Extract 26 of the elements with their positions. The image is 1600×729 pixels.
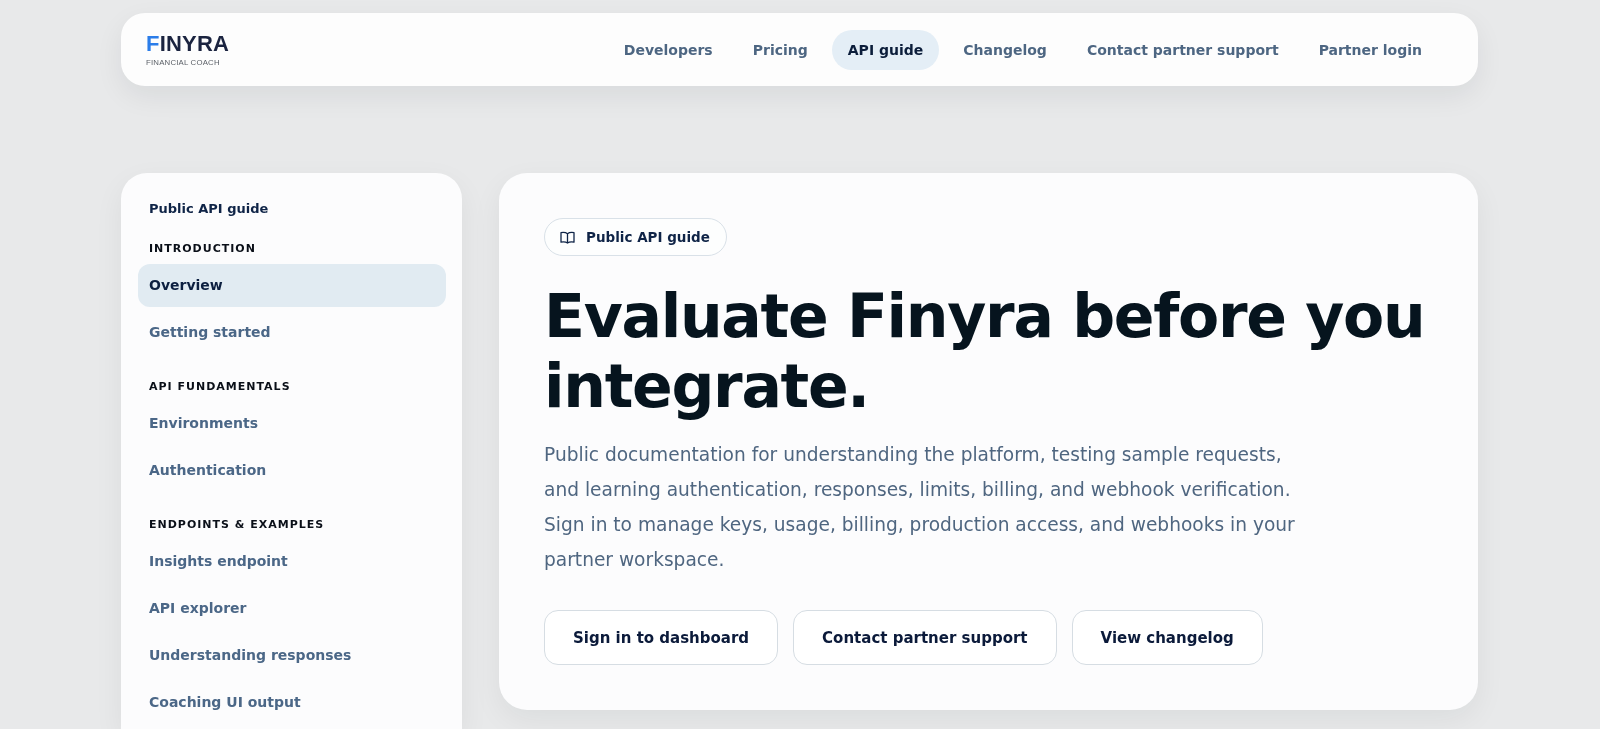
hero-heading: Evaluate Finyra before you integrate. xyxy=(544,281,1426,421)
nav-link[interactable]: Changelog xyxy=(947,29,1063,70)
action-button[interactable]: Sign in to dashboard xyxy=(544,610,779,665)
book-icon xyxy=(560,230,575,244)
action-button[interactable]: View changelog xyxy=(1071,610,1263,665)
nav-link[interactable]: API guide xyxy=(831,29,940,70)
sidebar-link[interactable]: Understanding responses xyxy=(138,634,446,677)
nav-link[interactable]: Pricing xyxy=(736,29,824,70)
sidebar-link[interactable]: Insights endpoint xyxy=(138,540,446,583)
action-button[interactable]: Contact partner support xyxy=(793,610,1057,665)
section-heading: API FUNDAMENTALS xyxy=(149,380,291,394)
sidebar-link[interactable]: Environments xyxy=(138,402,446,445)
nav-link[interactable]: Partner login xyxy=(1302,29,1438,70)
sidebar-link[interactable]: Authentication xyxy=(138,449,446,492)
hero-description: Public documentation for understanding the platform, testing sample requests, and learning authentication, responses, limits, billing, and webhook verification. Sign in to manage keys, usage, billing, production access, and webhooks in your partner workspace. xyxy=(544,443,1296,572)
nav-link[interactable]: Developers xyxy=(607,29,729,70)
sidebar-link[interactable]: API explorer xyxy=(138,587,446,630)
sidebar-link[interactable]: Getting started xyxy=(138,311,446,354)
nav-link[interactable]: Contact partner support xyxy=(1070,29,1295,70)
section-heading: INTRODUCTION xyxy=(149,242,256,256)
badge-label: Public API guide xyxy=(586,228,710,246)
section-heading: ENDPOINTS & EXAMPLES xyxy=(149,518,325,532)
brand-name[interactable]: FINYRA xyxy=(146,32,230,55)
sidebar-link[interactable]: Overview xyxy=(138,264,446,307)
sidebar-title: Public API guide xyxy=(148,200,269,218)
sidebar-link[interactable]: Coaching UI output xyxy=(138,681,446,724)
